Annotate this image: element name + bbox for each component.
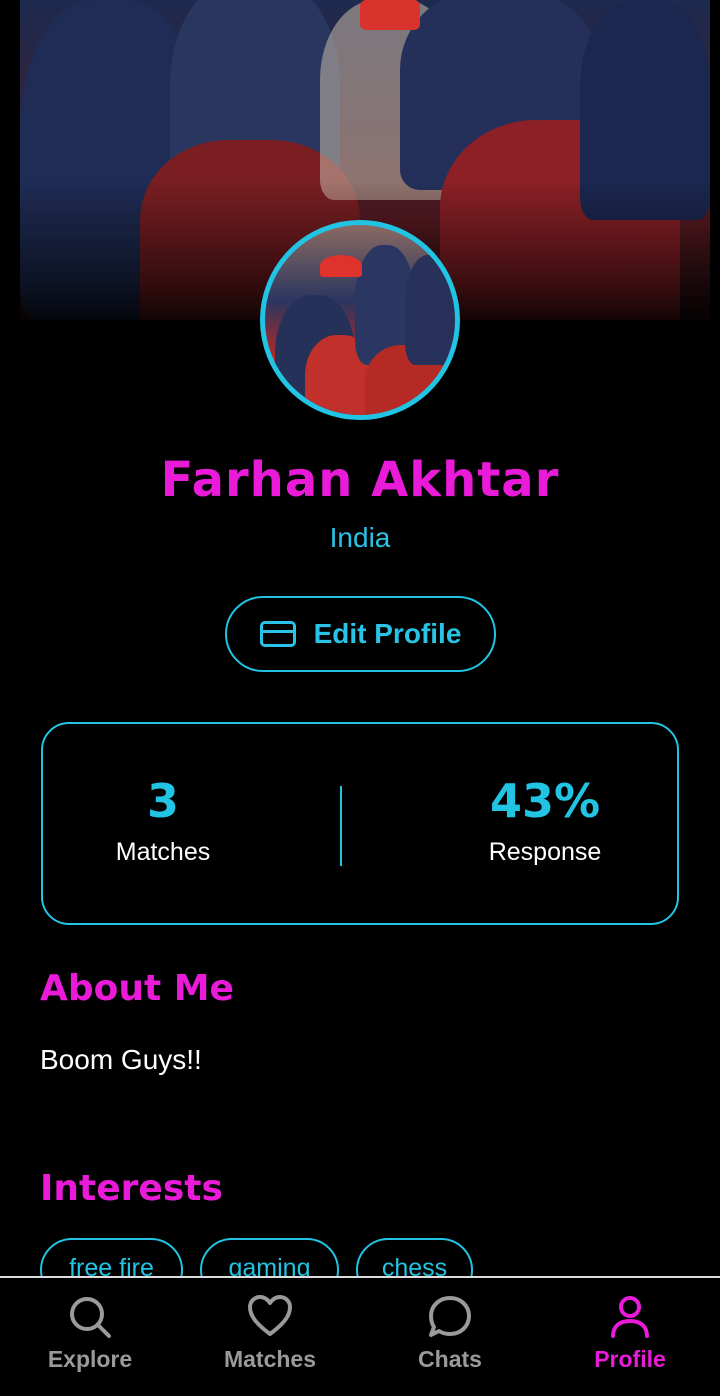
nav-explore[interactable]: Explore bbox=[0, 1294, 180, 1373]
heart-icon bbox=[248, 1295, 292, 1336]
response-label: Response bbox=[488, 838, 602, 866]
nav-profile-label: Profile bbox=[594, 1346, 666, 1372]
nav-chats[interactable]: Chats bbox=[360, 1294, 540, 1373]
profile-country: India bbox=[329, 522, 391, 553]
credit-card-icon bbox=[259, 621, 296, 647]
nav-profile[interactable]: Profile bbox=[540, 1294, 720, 1373]
nav-matches-label: Matches bbox=[223, 1346, 317, 1372]
stats-card: 3 Matches 43% Response bbox=[41, 722, 679, 925]
response-stat: 43% Response bbox=[425, 774, 665, 867]
nav-matches[interactable]: Matches bbox=[180, 1294, 360, 1373]
about-text: Boom Guys!! bbox=[40, 1044, 202, 1075]
profile-name: Farhan Akhtar bbox=[160, 452, 560, 508]
profile-screen: Farhan Akhtar India Edit Profile 3 Match… bbox=[0, 0, 720, 1396]
edit-profile-button[interactable]: Edit Profile bbox=[225, 596, 496, 672]
interests-title: Interests bbox=[40, 1168, 223, 1209]
matches-label: Matches bbox=[115, 838, 211, 866]
nav-explore-label: Explore bbox=[47, 1346, 133, 1372]
response-rate: 43% bbox=[489, 774, 601, 828]
user-icon bbox=[611, 1296, 649, 1338]
profile-avatar[interactable] bbox=[260, 220, 460, 420]
matches-count: 3 bbox=[146, 774, 179, 828]
matches-stat: 3 Matches bbox=[43, 774, 283, 867]
about-title: About Me bbox=[40, 968, 234, 1009]
bottom-nav: Explore Matches Chats Profile bbox=[0, 1276, 720, 1396]
search-icon bbox=[70, 1297, 111, 1338]
edit-profile-label: Edit Profile bbox=[313, 618, 462, 649]
stats-divider bbox=[340, 786, 342, 866]
nav-chats-label: Chats bbox=[418, 1346, 482, 1372]
chat-bubble-icon bbox=[429, 1296, 471, 1337]
